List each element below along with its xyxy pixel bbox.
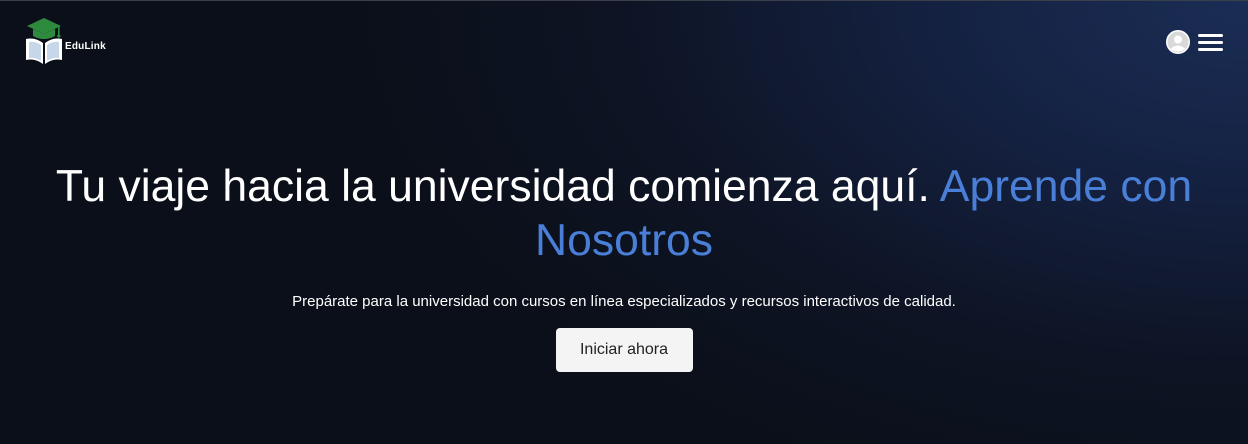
user-avatar-button[interactable] xyxy=(1166,30,1190,54)
hamburger-menu-button[interactable] xyxy=(1198,30,1223,54)
hero-section: EduLink Tu viaje hacia la universidad co… xyxy=(0,0,1248,444)
graduation-cap-book-icon xyxy=(26,18,62,64)
brand-logo[interactable]: EduLink xyxy=(25,17,106,65)
user-avatar-icon xyxy=(1167,31,1189,53)
brand-name: EduLink xyxy=(65,41,106,52)
top-nav-actions xyxy=(1166,30,1223,54)
hamburger-menu-icon-line xyxy=(1198,33,1223,37)
hero-headline: Tu viaje hacia la universidad comienza a… xyxy=(39,160,1209,268)
hero-content: Tu viaje hacia la universidad comienza a… xyxy=(0,160,1248,372)
hamburger-menu-icon-line xyxy=(1198,47,1223,51)
hamburger-menu-icon-line xyxy=(1198,40,1223,44)
hero-subtitle: Prepárate para la universidad con cursos… xyxy=(292,293,956,310)
start-now-button[interactable]: Iniciar ahora xyxy=(555,328,693,372)
headline-main-text: Tu viaje hacia la universidad comienza a… xyxy=(55,162,940,211)
